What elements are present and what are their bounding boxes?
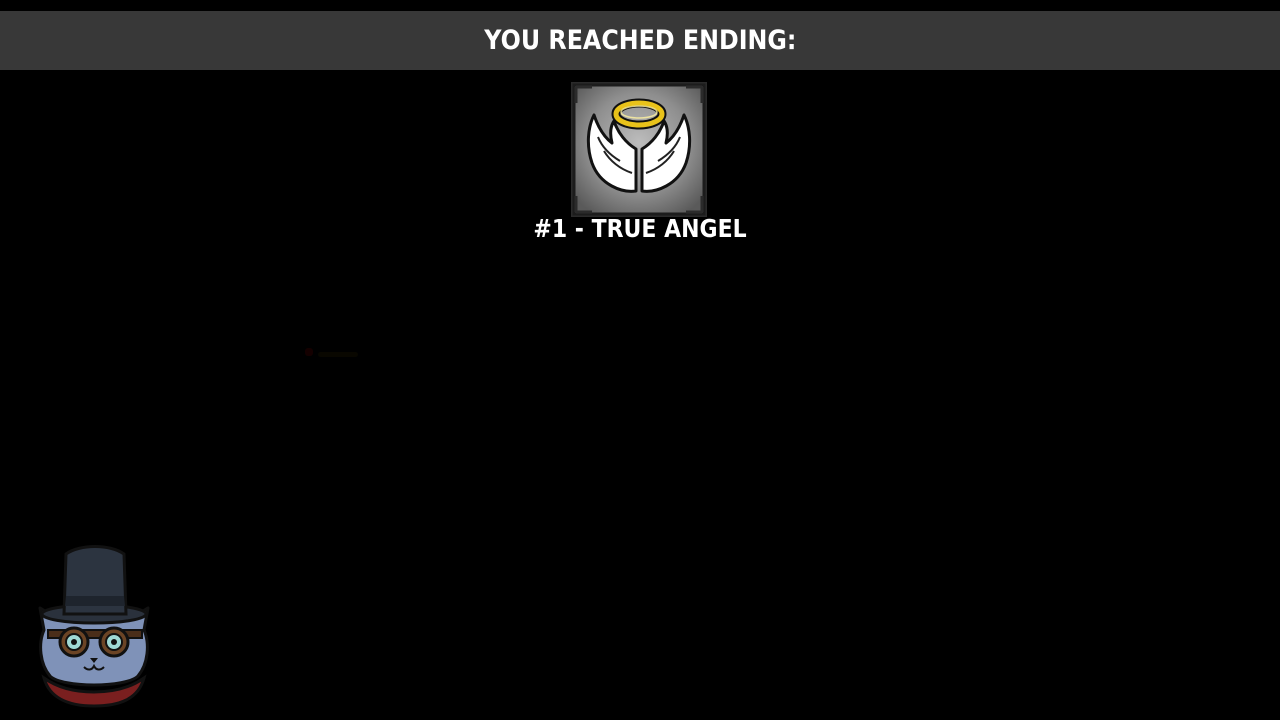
ending-screen: YOU REACHED ENDING: #1 - TRUE ANGEL: [0, 0, 1280, 720]
background-remnant: [305, 348, 313, 356]
angel-wings-halo-icon: [571, 82, 707, 217]
top-hat-cat-mascot-icon: [38, 545, 150, 708]
ending-banner: YOU REACHED ENDING:: [0, 11, 1280, 70]
background-remnant: [318, 352, 358, 357]
ending-name: #1 - TRUE ANGEL: [533, 214, 747, 243]
banner-title: YOU REACHED ENDING:: [483, 25, 797, 56]
